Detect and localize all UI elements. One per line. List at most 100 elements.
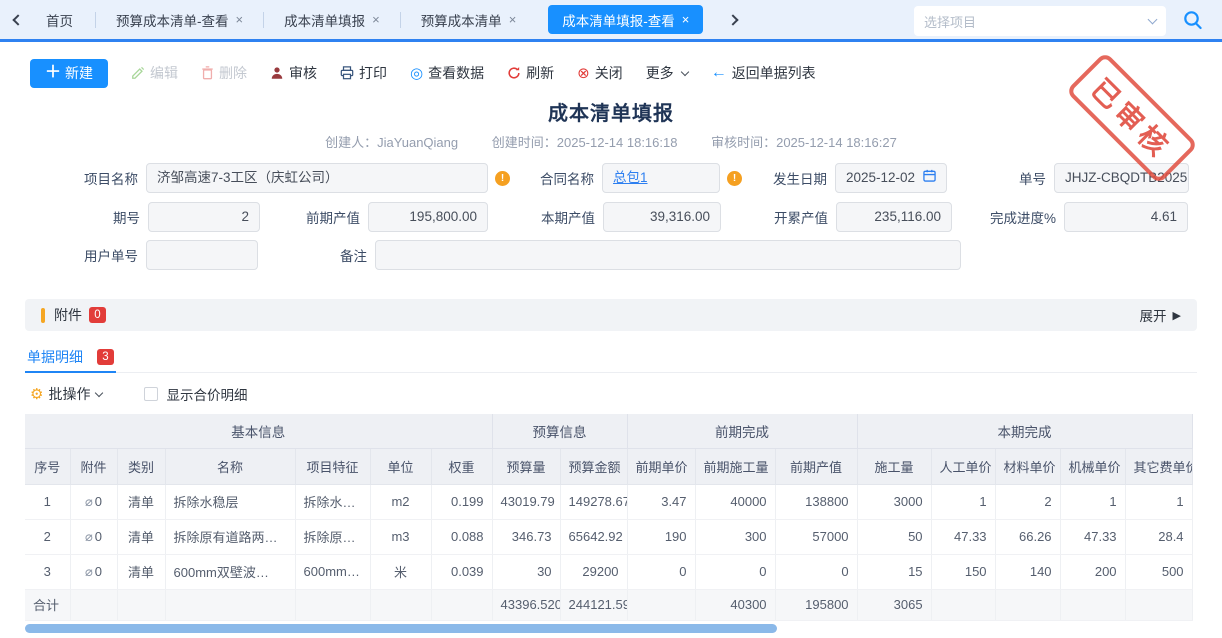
scroll-tabs-right-icon[interactable]	[728, 14, 739, 25]
table-cell: 0	[627, 554, 695, 589]
show-total-price-checkbox[interactable]	[144, 387, 158, 401]
table-cell: ⌀0	[70, 484, 117, 519]
tab-cost-list-fill[interactable]: 成本清单填报 ×	[264, 0, 400, 41]
column-header: 类别	[117, 448, 165, 484]
edit-button[interactable]: 编辑	[131, 63, 178, 83]
batch-ops-row: ⚙ 批操作 显示合价明细	[30, 381, 247, 407]
more-button[interactable]: 更多	[646, 63, 688, 83]
column-group-header: 预算信息	[492, 414, 627, 448]
doc-no-input[interactable]: JHJZ-CBQDTB2025	[1054, 163, 1189, 193]
column-group-header: 前期完成	[627, 414, 857, 448]
column-header: 名称	[165, 448, 295, 484]
prev-output-label: 前期产值	[306, 207, 360, 227]
doc-no-label: 单号	[1019, 168, 1046, 188]
expand-arrow-icon: ▶	[1173, 309, 1181, 322]
acc-output-input[interactable]: 235,116.00	[836, 202, 952, 232]
tab-budget-cost-list[interactable]: 预算成本清单 ×	[401, 0, 537, 41]
audited-time-text: 审核时间：2025-12-14 18:16:27	[711, 135, 897, 150]
column-header: 前期产值	[775, 448, 857, 484]
chevron-down-icon[interactable]	[95, 389, 103, 397]
table-cell: 47.33	[931, 519, 995, 554]
expand-button[interactable]: 展开▶	[1140, 305, 1181, 325]
table-cell: 40000	[695, 484, 775, 519]
table-cell: 1	[25, 484, 70, 519]
remark-input[interactable]	[375, 240, 961, 270]
page-title: 成本清单填报	[0, 97, 1222, 126]
calendar-icon[interactable]	[923, 164, 936, 192]
table-row[interactable]: 3⌀0清单600mm双壁波…600mm…米0.03930292000001515…	[25, 554, 1192, 589]
batch-ops-button[interactable]: 批操作	[48, 384, 90, 404]
table-cell: 28.4	[1125, 519, 1192, 554]
tab-label: 成本清单填报-查看	[562, 10, 675, 30]
progress-input[interactable]: 4.61	[1064, 202, 1188, 232]
table-row[interactable]: 1⌀0清单拆除水稳层拆除水…m20.19943019.79149278.673.…	[25, 484, 1192, 519]
contract-name-input[interactable]: 总包1	[602, 163, 720, 193]
attachment-icon	[41, 308, 45, 323]
scrollbar-thumb[interactable]	[25, 624, 777, 633]
close-circle-icon: ⊗	[577, 66, 590, 81]
top-tab-bar: 首页 预算成本清单-查看 × 成本清单填报 × 预算成本清单 × 成本清单填报-…	[0, 0, 1222, 42]
table-cell: 65642.92	[560, 519, 627, 554]
tab-cost-list-fill-view-active[interactable]: 成本清单填报-查看 ×	[548, 5, 703, 34]
back-arrow-icon: ←	[711, 65, 727, 81]
column-group-header: 本期完成	[857, 414, 1192, 448]
table-cell: 清单	[117, 484, 165, 519]
table-cell: 15	[857, 554, 931, 589]
cur-output-label: 本期产值	[541, 207, 595, 227]
table-cell: 500	[1125, 554, 1192, 589]
table-total-cell: 3065	[857, 589, 931, 620]
table-cell: 140	[995, 554, 1060, 589]
table-cell: 300	[695, 519, 775, 554]
table-cell: 200	[1060, 554, 1125, 589]
refresh-icon	[507, 66, 521, 80]
back-to-list-button[interactable]: ← 返回单据列表	[711, 63, 816, 83]
acc-output-label: 开累产值	[774, 207, 828, 227]
chevron-down-icon	[1148, 15, 1158, 25]
close-button[interactable]: ⊗ 关闭	[577, 63, 623, 83]
cur-output-input[interactable]: 39,316.00	[603, 202, 721, 232]
column-header: 前期单价	[627, 448, 695, 484]
column-header: 权重	[431, 448, 492, 484]
column-header: 施工量	[857, 448, 931, 484]
close-tab-icon[interactable]: ×	[509, 12, 517, 27]
table-cell: 0	[695, 554, 775, 589]
audit-button[interactable]: 审核	[270, 63, 317, 83]
info-icon[interactable]: !	[727, 171, 742, 186]
creator-text: 创建人：JiaYuanQiang	[325, 135, 458, 150]
toolbar: ＋新建 编辑 删除 审核 打印 ◎ 查看数据 刷新 ⊗ 关闭	[30, 58, 1202, 88]
search-icon[interactable]	[1182, 9, 1204, 36]
tab-home[interactable]: 首页	[46, 10, 73, 30]
user-no-input[interactable]	[146, 240, 258, 270]
refresh-button[interactable]: 刷新	[507, 63, 554, 83]
user-no-label: 用户单号	[84, 245, 138, 265]
table-cell: 346.73	[492, 519, 560, 554]
table-row[interactable]: 2⌀0清单拆除原有道路两…拆除原…m30.088346.7365642.9219…	[25, 519, 1192, 554]
close-tab-icon[interactable]: ×	[372, 12, 380, 27]
table-cell: 清单	[117, 554, 165, 589]
print-button[interactable]: 打印	[340, 63, 387, 83]
scroll-tabs-left-icon[interactable]	[12, 14, 23, 25]
view-data-button[interactable]: ◎ 查看数据	[410, 63, 484, 83]
project-select[interactable]: 选择项目	[914, 6, 1166, 36]
close-tab-icon[interactable]: ×	[236, 12, 244, 27]
delete-button[interactable]: 删除	[201, 63, 247, 83]
table-total-cell: 195800	[775, 589, 857, 620]
close-tab-icon[interactable]: ×	[682, 12, 690, 27]
occur-date-input[interactable]: 2025-12-02	[835, 163, 947, 193]
period-input[interactable]: 2	[148, 202, 260, 232]
table-cell: 29200	[560, 554, 627, 589]
new-button[interactable]: ＋新建	[30, 59, 108, 88]
show-total-price-label: 显示合价明细	[166, 384, 247, 404]
table-total-cell	[995, 589, 1060, 620]
table-cell: 2	[25, 519, 70, 554]
table-cell: 57000	[775, 519, 857, 554]
table-total-cell	[1125, 589, 1192, 620]
column-header: 预算金额	[560, 448, 627, 484]
info-icon[interactable]: !	[495, 171, 510, 186]
contract-link[interactable]: 总包1	[613, 164, 648, 192]
tab-detail-lines[interactable]: 单据明细 3	[25, 343, 116, 373]
project-name-input[interactable]: 济邹高速7-3工区（庆虹公司）	[146, 163, 488, 193]
prev-output-input[interactable]: 195,800.00	[368, 202, 488, 232]
attachments-bar[interactable]: 附件 0 展开▶	[25, 299, 1197, 331]
tab-budget-cost-list-view[interactable]: 预算成本清单-查看 ×	[96, 0, 263, 41]
